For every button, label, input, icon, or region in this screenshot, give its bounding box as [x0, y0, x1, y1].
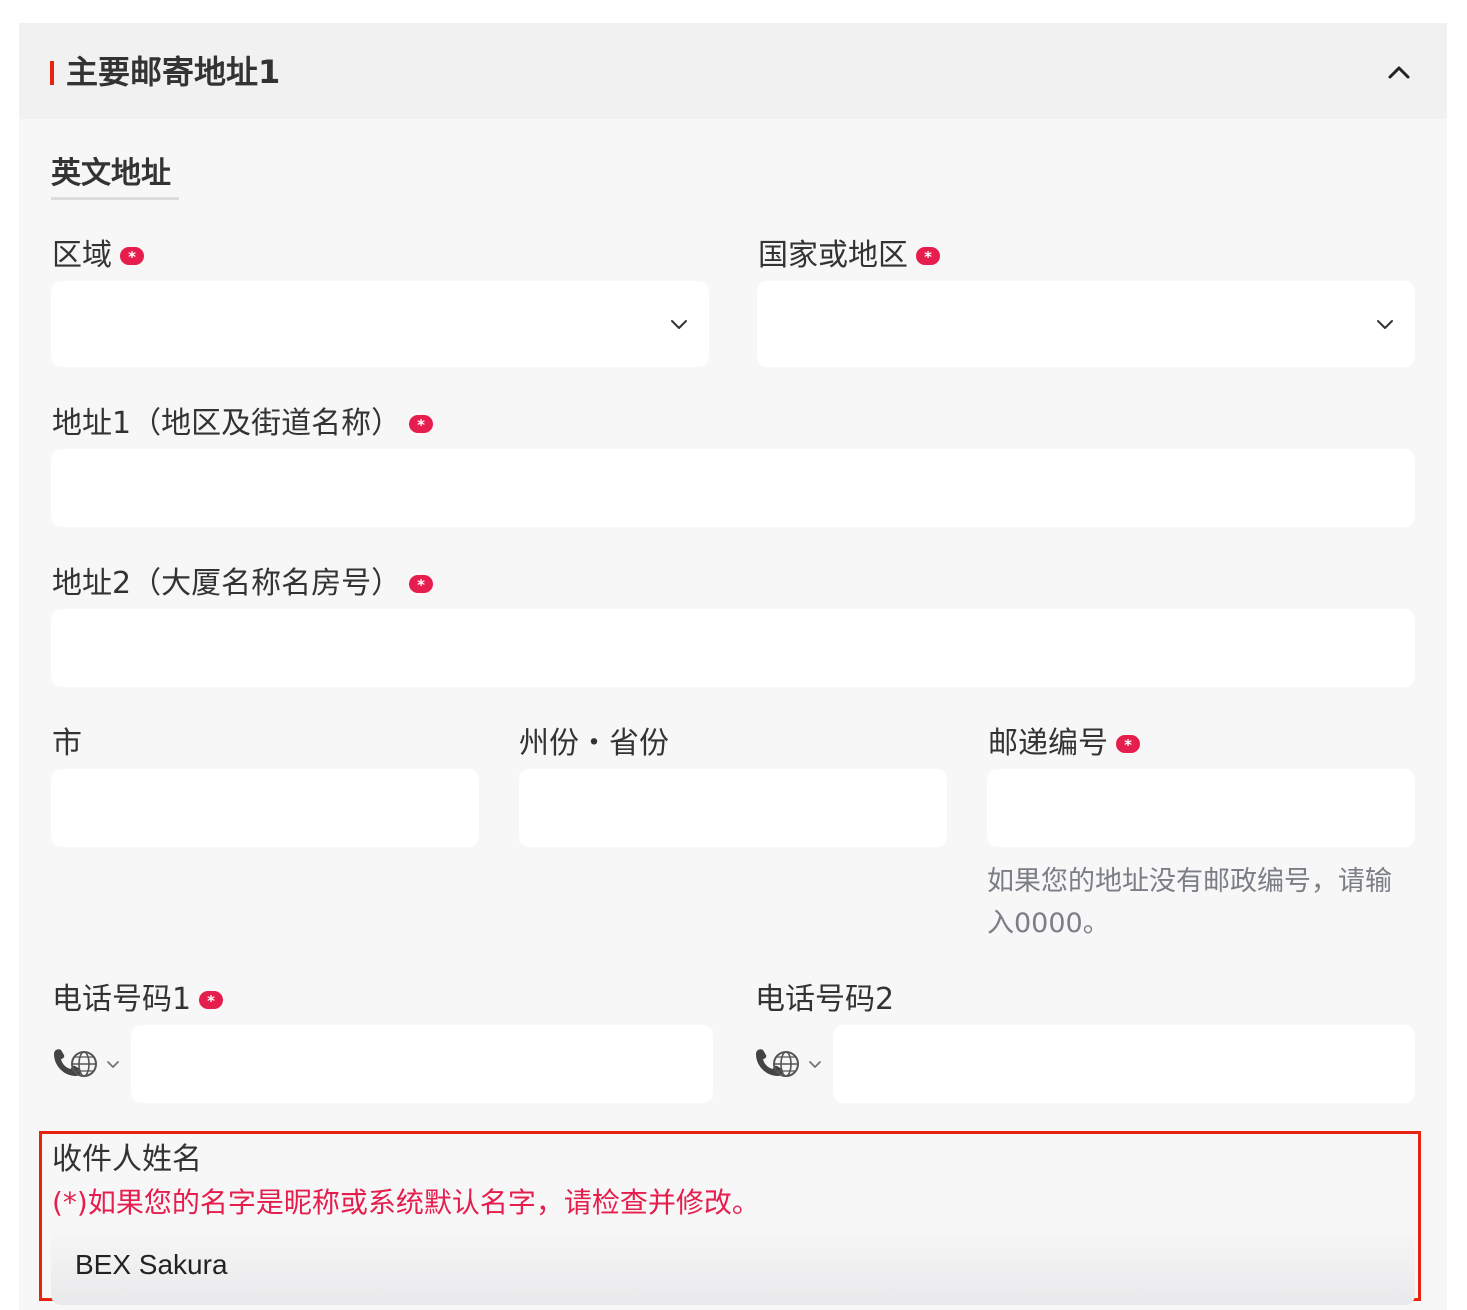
state-label-text: 州份・省份	[519, 726, 669, 761]
recipient-note: (*)如果您的名字是昵称或系统默认名字，请检查并修改。	[52, 1186, 760, 1219]
section-accent-bar	[50, 61, 54, 85]
chevron-up-icon[interactable]	[1383, 59, 1415, 85]
address2-input[interactable]	[51, 609, 1415, 687]
required-icon: *	[120, 247, 144, 266]
postal-label-text: 邮递编号	[988, 726, 1108, 761]
chevron-down-icon	[671, 320, 687, 329]
address1-label-text: 地址1（地区及街道名称）	[52, 406, 402, 441]
address2-label: 地址2（大厦名称名房号） *	[52, 565, 434, 603]
subsection-underline	[51, 197, 179, 200]
phone2-country-code-select[interactable]	[752, 1044, 832, 1084]
chevron-down-icon	[1377, 320, 1393, 329]
country-label: 国家或地区 *	[758, 237, 940, 275]
postal-label: 邮递编号 *	[988, 725, 1140, 763]
state-input[interactable]	[519, 769, 947, 847]
section-header[interactable]: 主要邮寄地址1	[19, 23, 1447, 119]
phone1-input[interactable]	[131, 1025, 713, 1103]
recipient-label: 收件人姓名	[52, 1141, 202, 1179]
recipient-name-input[interactable]: BEX Sakura	[51, 1225, 1415, 1305]
required-icon: *	[199, 991, 224, 1010]
subsection-title: 英文地址	[51, 156, 171, 191]
required-icon: *	[409, 575, 434, 594]
address1-label: 地址1（地区及街道名称） *	[52, 405, 434, 443]
region-label-text: 区域	[52, 238, 112, 273]
section-title: 主要邮寄地址1	[66, 53, 281, 91]
address1-input[interactable]	[51, 449, 1415, 527]
phone2-label-text: 电话号码2	[755, 982, 895, 1017]
phone2-label: 电话号码2	[755, 981, 894, 1019]
phone1-country-code-select[interactable]	[50, 1044, 130, 1084]
city-label-text: 市	[52, 726, 82, 761]
phone1-label-text: 电话号码1	[52, 982, 192, 1017]
country-select[interactable]	[757, 281, 1415, 367]
recipient-label-text: 收件人姓名	[52, 1142, 202, 1177]
phone2-input[interactable]	[833, 1025, 1415, 1103]
phone-globe-icon	[756, 1049, 821, 1077]
required-icon: *	[916, 247, 940, 266]
postal-hint: 如果您的地址没有邮政编号，请输入0000。	[987, 866, 1392, 939]
region-label: 区域 *	[52, 237, 144, 275]
state-label: 州份・省份	[519, 725, 669, 763]
required-icon: *	[1116, 735, 1140, 754]
mailing-address-panel: 主要邮寄地址1 英文地址 区域 * 国家或地区 * 地址1（地区及街道名称） *…	[19, 23, 1447, 1310]
required-icon: *	[409, 415, 434, 434]
city-label: 市	[52, 725, 82, 763]
recipient-name-value: BEX Sakura	[75, 1249, 228, 1280]
country-label-text: 国家或地区	[758, 238, 908, 273]
phone1-label: 电话号码1 *	[52, 981, 224, 1019]
region-select[interactable]	[51, 281, 709, 367]
phone-globe-icon	[54, 1049, 119, 1077]
city-input[interactable]	[51, 769, 479, 847]
postal-input[interactable]	[987, 769, 1415, 847]
address2-label-text: 地址2（大厦名称名房号）	[52, 566, 402, 601]
